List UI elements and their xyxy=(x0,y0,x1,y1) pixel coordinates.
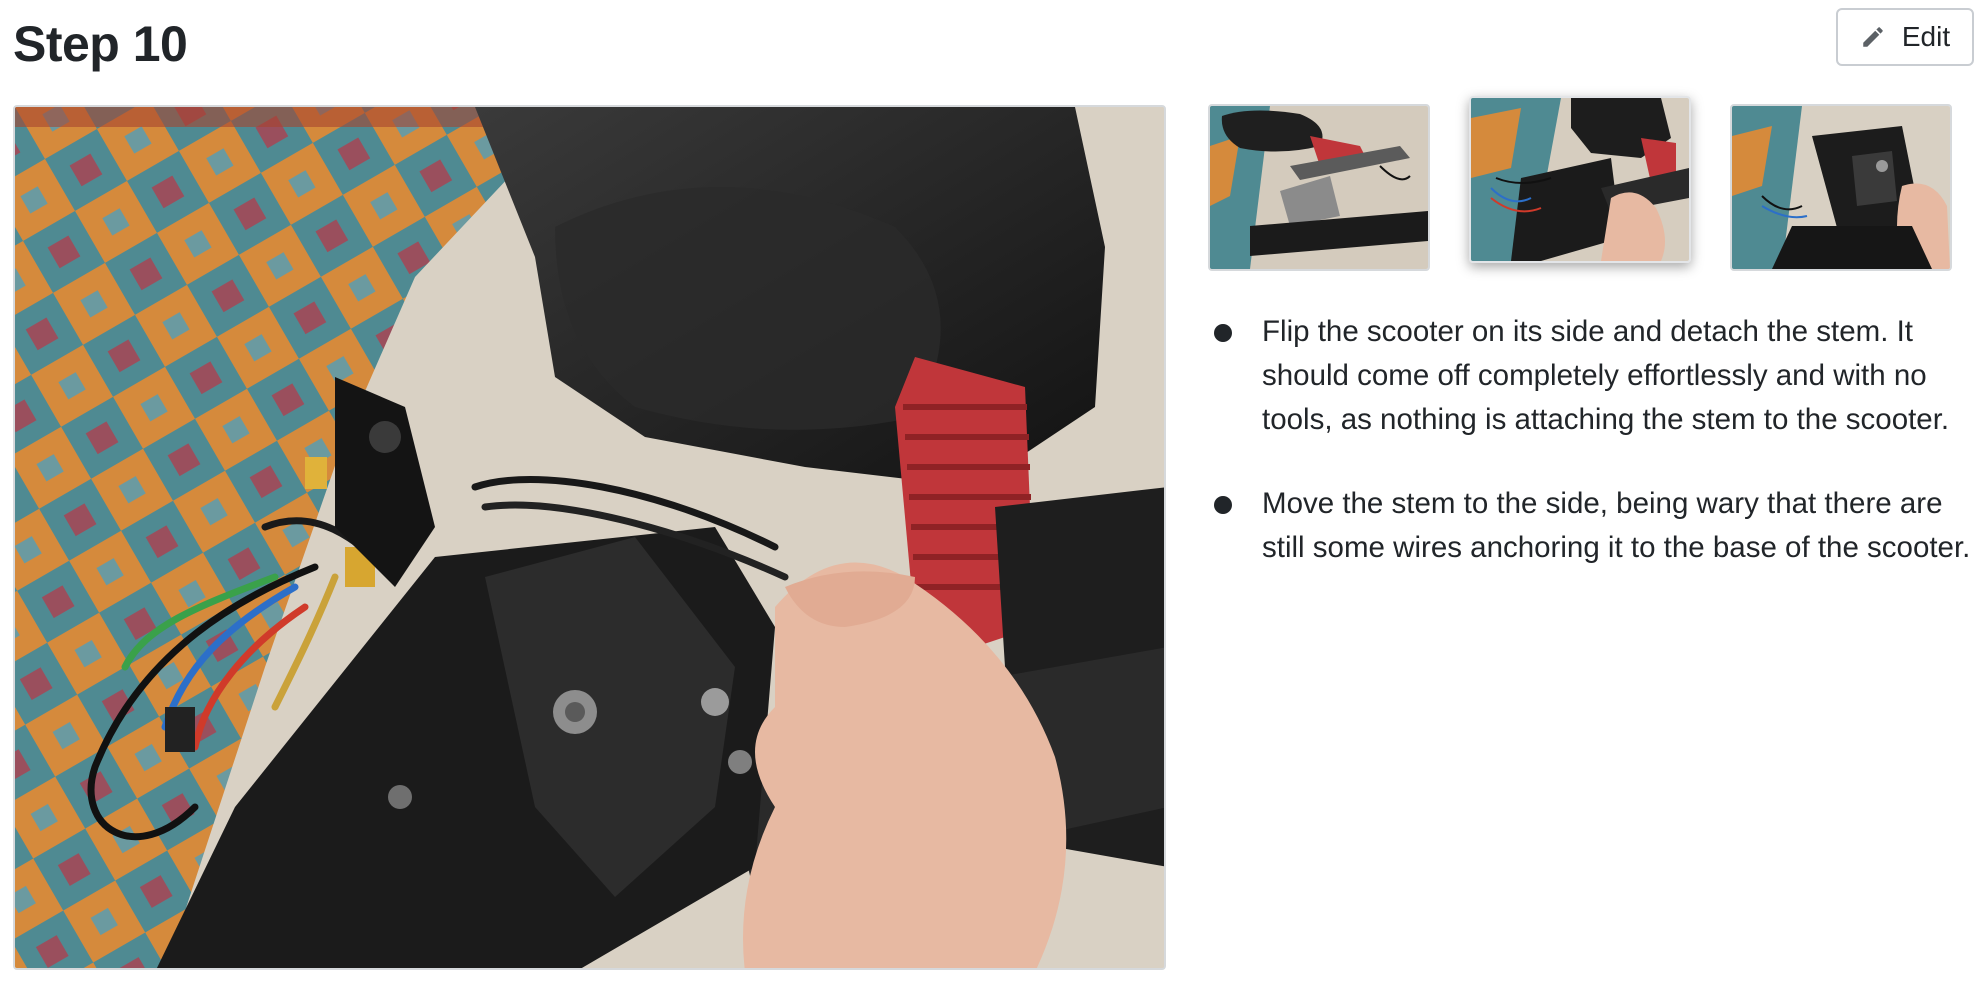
instruction-item: Flip the scooter on its side and detach … xyxy=(1212,310,1982,442)
pencil-icon xyxy=(1860,24,1886,50)
thumbnail-2[interactable] xyxy=(1469,96,1691,263)
bullet-icon xyxy=(1214,324,1232,342)
instruction-list: Flip the scooter on its side and detach … xyxy=(1212,310,1982,610)
step-title: Step 10 xyxy=(13,16,188,72)
thumbnail-3[interactable] xyxy=(1730,104,1952,271)
instruction-text: Flip the scooter on its side and detach … xyxy=(1262,315,1950,436)
instruction-item: Move the stem to the side, being wary th… xyxy=(1212,482,1982,570)
bullet-icon xyxy=(1214,496,1232,514)
instruction-text: Move the stem to the side, being wary th… xyxy=(1262,487,1971,564)
main-step-image[interactable] xyxy=(13,105,1166,970)
edit-button-label: Edit xyxy=(1901,21,1951,52)
thumbnail-1[interactable] xyxy=(1208,104,1430,271)
edit-button[interactable]: Edit xyxy=(1836,8,1974,66)
step-header: Step 10 Edit xyxy=(13,8,1974,78)
